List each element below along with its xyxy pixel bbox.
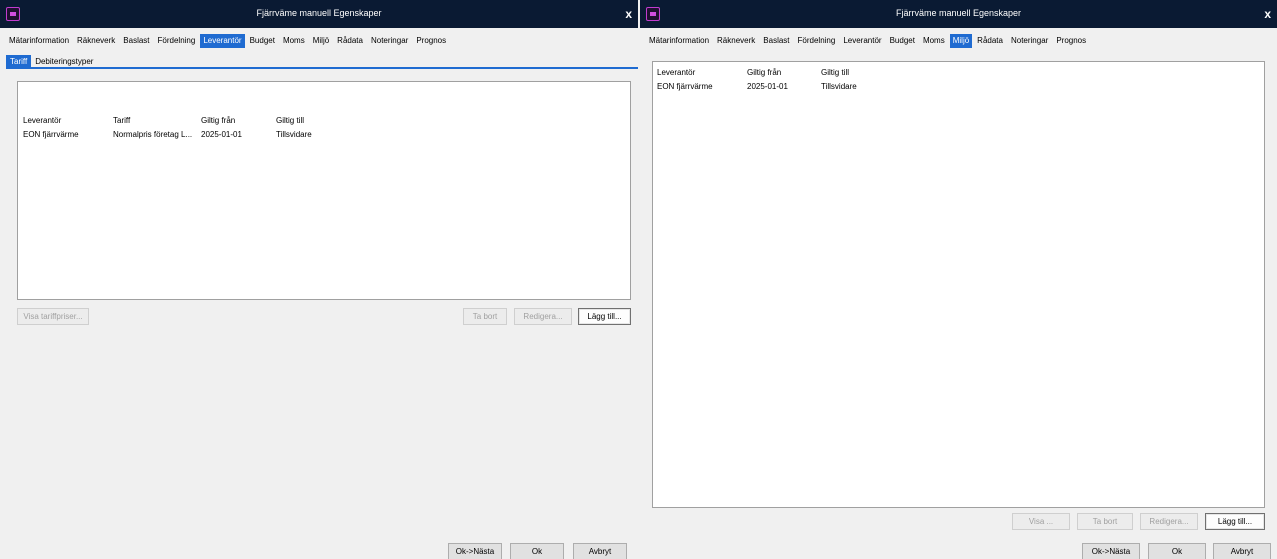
- properties-window-supplier: Fjärrväme manuell Egenskaper x Mätarinfo…: [0, 0, 638, 559]
- cancel-button[interactable]: Avbryt: [1213, 543, 1271, 559]
- tab-radata[interactable]: Rådata: [334, 34, 366, 48]
- column-header-valid-from[interactable]: Giltig från: [201, 116, 235, 125]
- add-button[interactable]: Lägg till...: [1205, 513, 1265, 530]
- tab-fordelning[interactable]: Fördelning: [155, 34, 199, 48]
- tab-miljo[interactable]: Miljö: [949, 34, 973, 48]
- tab-bar: Mätarinformation Räkneverk Baslast Förde…: [646, 34, 1091, 50]
- ok-next-button[interactable]: Ok->Nästa: [1082, 543, 1140, 559]
- window-title: Fjärrväme manuell Egenskaper: [895, 8, 1022, 18]
- remove-button[interactable]: Ta bort: [463, 308, 507, 325]
- subtab-tariff[interactable]: Tariff: [6, 55, 32, 67]
- list-header: Leverantör Tariff Giltig från Giltig til…: [18, 114, 630, 128]
- edit-button[interactable]: Redigera...: [514, 308, 572, 325]
- tab-leverantor[interactable]: Leverantör: [200, 34, 245, 48]
- tab-fordelning[interactable]: Fördelning: [795, 34, 839, 48]
- cell-valid-from: 2025-01-01: [747, 82, 788, 91]
- window-title: Fjärrväme manuell Egenskaper: [256, 8, 382, 18]
- cell-supplier: EON fjärrvärme: [657, 82, 713, 91]
- tab-moms[interactable]: Moms: [280, 34, 308, 48]
- tab-rakneverk[interactable]: Räkneverk: [714, 34, 758, 48]
- cell-valid-from: 2025-01-01: [201, 130, 242, 139]
- tab-bar: Mätarinformation Räkneverk Baslast Förde…: [6, 34, 451, 50]
- column-header-valid-to[interactable]: Giltig till: [276, 116, 304, 125]
- column-header-valid-to[interactable]: Giltig till: [821, 68, 849, 77]
- title-bar[interactable]: Fjärrväme manuell Egenskaper x: [640, 0, 1277, 28]
- tab-moms[interactable]: Moms: [920, 34, 948, 48]
- remove-button[interactable]: Ta bort: [1077, 513, 1133, 530]
- tab-matarinformation[interactable]: Mätarinformation: [646, 34, 712, 48]
- tab-prognos[interactable]: Prognos: [1053, 34, 1089, 48]
- tab-miljo[interactable]: Miljö: [310, 34, 332, 48]
- cell-tariff: Normalpris företag L...: [113, 130, 193, 139]
- column-header-supplier[interactable]: Leverantör: [23, 116, 61, 125]
- tab-budget[interactable]: Budget: [247, 34, 278, 48]
- tab-noteringar[interactable]: Noteringar: [368, 34, 411, 48]
- column-header-valid-from[interactable]: Giltig från: [747, 68, 781, 77]
- ok-next-button[interactable]: Ok->Nästa: [448, 543, 502, 559]
- column-header-supplier[interactable]: Leverantör: [657, 68, 695, 77]
- table-row[interactable]: EON fjärrvärme 2025-01-01 Tillsvidare: [653, 80, 1264, 94]
- close-icon[interactable]: x: [1264, 7, 1271, 21]
- cancel-button[interactable]: Avbryt: [573, 543, 627, 559]
- tariff-list[interactable]: Leverantör Tariff Giltig från Giltig til…: [17, 81, 631, 300]
- ok-button[interactable]: Ok: [510, 543, 564, 559]
- show-button[interactable]: Visa ...: [1012, 513, 1070, 530]
- edit-button[interactable]: Redigera...: [1140, 513, 1198, 530]
- close-icon[interactable]: x: [625, 7, 632, 21]
- subtab-debiteringstyper[interactable]: Debiteringstyper: [31, 55, 97, 67]
- tab-rakneverk[interactable]: Räkneverk: [74, 34, 118, 48]
- cell-valid-to: Tillsvidare: [821, 82, 857, 91]
- tab-baslast[interactable]: Baslast: [760, 34, 792, 48]
- tab-matarinformation[interactable]: Mätarinformation: [6, 34, 72, 48]
- subtab-bar: Tariff Debiteringstyper: [6, 55, 638, 69]
- show-tariff-prices-button[interactable]: Visa tariffpriser...: [17, 308, 89, 325]
- tab-baslast[interactable]: Baslast: [120, 34, 152, 48]
- tab-prognos[interactable]: Prognos: [413, 34, 449, 48]
- add-button[interactable]: Lägg till...: [578, 308, 631, 325]
- ok-button[interactable]: Ok: [1148, 543, 1206, 559]
- environment-list[interactable]: Leverantör Giltig från Giltig till EON f…: [652, 61, 1265, 508]
- cell-supplier: EON fjärrvärme: [23, 130, 79, 139]
- column-header-tariff[interactable]: Tariff: [113, 116, 130, 125]
- tab-budget[interactable]: Budget: [887, 34, 918, 48]
- title-bar[interactable]: Fjärrväme manuell Egenskaper x: [0, 0, 638, 28]
- list-header: Leverantör Giltig från Giltig till: [653, 66, 1264, 80]
- tab-noteringar[interactable]: Noteringar: [1008, 34, 1051, 48]
- table-row[interactable]: EON fjärrvärme Normalpris företag L... 2…: [18, 128, 630, 142]
- tab-radata[interactable]: Rådata: [974, 34, 1006, 48]
- properties-window-environment: Fjärrväme manuell Egenskaper x Mätarinfo…: [640, 0, 1277, 559]
- cell-valid-to: Tillsvidare: [276, 130, 312, 139]
- tab-leverantor[interactable]: Leverantör: [840, 34, 884, 48]
